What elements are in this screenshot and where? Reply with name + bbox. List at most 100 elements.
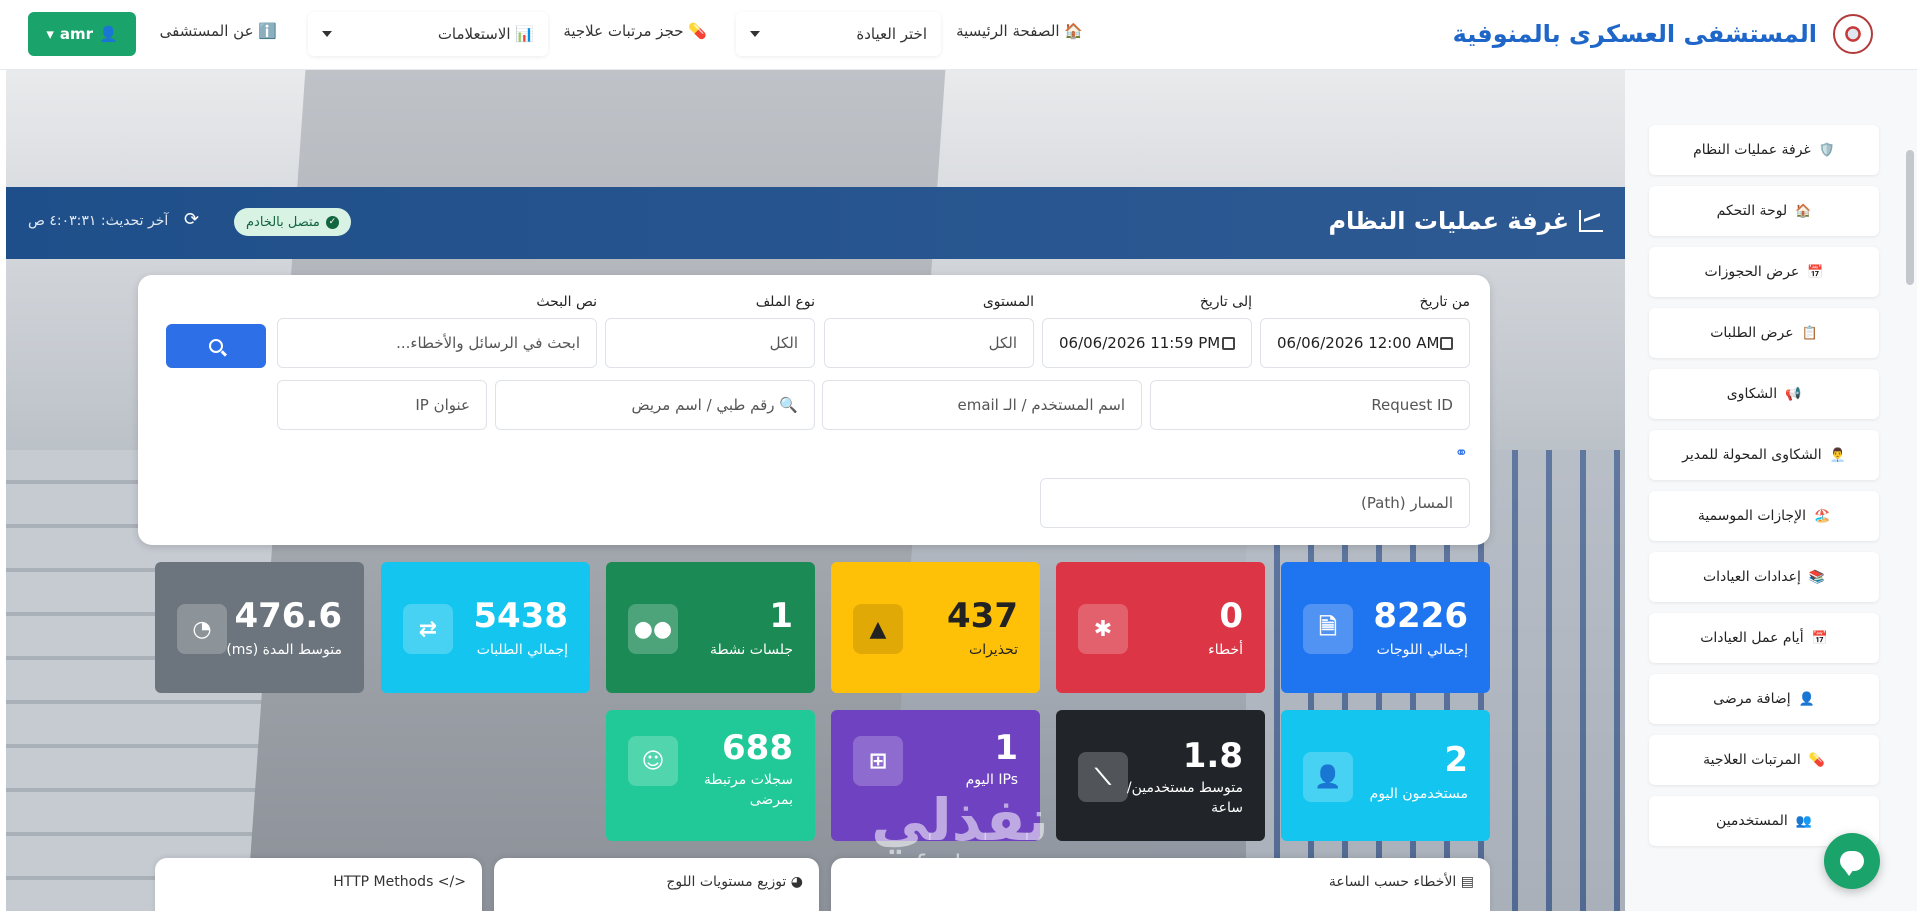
stat-card-active-sessions[interactable]: 1 جلسات نشطة ●● bbox=[606, 562, 815, 693]
sidebar: 🛡️ غرفة عمليات النظام 🏠 لوحة التحكم 📅 عر… bbox=[1625, 70, 1917, 911]
sidebar-item-label: إعدادات العيادات bbox=[1702, 569, 1801, 585]
sidebar-item-label: المستخدمين bbox=[1716, 813, 1788, 829]
to-date-label: إلى تاريخ bbox=[1199, 294, 1252, 310]
top-navbar: المستشفى العسكرى بالمنوفية 🏠 الصفحة الرئ… bbox=[0, 0, 1917, 70]
sidebar-item-bookings[interactable]: 📅 عرض الحجوزات bbox=[1649, 247, 1879, 297]
exchange-icon: ⇄ bbox=[403, 604, 453, 654]
ops-header-bar: غرفة عمليات النظام ✓ متصل بالخادم ⟳ آخر … bbox=[6, 187, 1625, 259]
http-methods-panel: </> HTTP Methods bbox=[155, 858, 482, 911]
manager-icon: 👨‍💼 bbox=[1829, 447, 1846, 463]
calendar-icon bbox=[1222, 336, 1235, 350]
sidebar-item-complaints[interactable]: 📢 الشكاوى bbox=[1649, 369, 1879, 419]
search-text-input[interactable]: ابحث في الرسائل والأخطاء... bbox=[277, 318, 597, 368]
medical-number-placeholder: 🔍 رقم طبي / اسم مريض bbox=[631, 396, 798, 414]
share-nodes-icon[interactable]: ⚭ bbox=[1455, 443, 1468, 462]
file-type-value: الكل bbox=[769, 334, 798, 352]
level-select[interactable]: الكل bbox=[824, 318, 1034, 368]
stat-card-users-today[interactable]: 2 مستخدمون اليوم 👤 bbox=[1281, 710, 1490, 841]
stat-value: 476.6 bbox=[234, 596, 342, 636]
stat-label: متوسط المدة (ms) bbox=[226, 642, 342, 658]
chat-button[interactable] bbox=[1824, 833, 1880, 889]
user-menu-button[interactable]: ▾ amr 👤 bbox=[28, 12, 136, 56]
stat-label: مستخدمون اليوم bbox=[1369, 786, 1468, 802]
sidebar-item-clinic-days[interactable]: 📅 أيام عمل العيادات bbox=[1649, 613, 1879, 663]
path-input[interactable]: المسار (Path) bbox=[1040, 478, 1470, 528]
stat-label: جلسات نشطة bbox=[709, 642, 793, 658]
sidebar-item-label: لوحة التحكم bbox=[1716, 203, 1788, 219]
search-text-placeholder: ابحث في الرسائل والأخطاء... bbox=[396, 334, 580, 352]
page-title-text: غرفة عمليات النظام bbox=[1328, 207, 1569, 235]
users-icon: ●● bbox=[628, 604, 678, 654]
refresh-icon[interactable]: ⟳ bbox=[184, 209, 199, 230]
sidebar-item-label: الشكاوى bbox=[1726, 386, 1778, 402]
stat-value: 8226 bbox=[1373, 596, 1468, 636]
sidebar-item-add-patients[interactable]: 👤 إضافة مرضى bbox=[1649, 674, 1879, 724]
patient-icon: ☺ bbox=[628, 736, 678, 786]
stat-card-avg-users-hour[interactable]: 1.8 متوسط مستخدمين/ ساعة ⟋ bbox=[1056, 710, 1265, 841]
medical-number-input[interactable]: 🔍 رقم طبي / اسم مريض bbox=[495, 380, 815, 430]
chevron-down-icon: ▾ bbox=[46, 25, 54, 43]
stat-card-errors[interactable]: 0 أخطاء ✱ bbox=[1056, 562, 1265, 693]
brand[interactable]: المستشفى العسكرى بالمنوفية bbox=[1453, 14, 1873, 54]
stat-value: 437 bbox=[947, 596, 1018, 636]
warning-icon: ▲ bbox=[853, 604, 903, 654]
levels-dist-title: ◕ توزيع مستويات اللوج bbox=[666, 874, 803, 890]
stat-card-avg-duration[interactable]: 476.6 متوسط المدة (ms) ◔ bbox=[155, 562, 364, 693]
stat-value: 2 bbox=[1444, 740, 1468, 780]
from-date-input[interactable]: 06/06/2026 12:00 AM bbox=[1260, 318, 1470, 368]
stat-value: 1 bbox=[769, 596, 793, 636]
request-id-input[interactable]: Request ID bbox=[1150, 380, 1470, 430]
stat-value: 1 bbox=[994, 728, 1018, 768]
stat-label: أخطاء bbox=[1208, 642, 1243, 658]
sidebar-item-dashboard[interactable]: 🏠 لوحة التحكم bbox=[1649, 186, 1879, 236]
user-input[interactable]: اسم المستخدم / الـ email bbox=[822, 380, 1142, 430]
sidebar-item-label: المرتبات العلاجية bbox=[1703, 752, 1801, 768]
last-update-text: آخر تحديث: ٤:٠٣:٣١ ص bbox=[28, 213, 169, 229]
ip-input[interactable]: عنوان IP bbox=[277, 380, 487, 430]
user-icon: 👤 bbox=[99, 25, 118, 43]
sidebar-item-label: عرض الحجوزات bbox=[1704, 264, 1800, 280]
clinic-select[interactable]: اختر العيادة bbox=[736, 12, 941, 56]
path-placeholder: المسار (Path) bbox=[1360, 494, 1453, 512]
watermark-arabic: نفذلي bbox=[871, 786, 1049, 854]
errors-by-hour-panel: ▤ الأخطاء حسب الساعة bbox=[831, 858, 1490, 911]
sidebar-scrollbar[interactable] bbox=[1906, 150, 1914, 285]
sidebar-item-forwarded-complaints[interactable]: 👨‍💼 الشكاوى المحولة للمدير bbox=[1649, 430, 1879, 480]
inquiries-select-value: 📊 الاستعلامات bbox=[437, 25, 534, 43]
search-icon bbox=[209, 339, 223, 353]
nav-about-link[interactable]: ℹ️ عن المستشفى bbox=[160, 22, 277, 40]
nav-home-link[interactable]: 🏠 الصفحة الرئيسية bbox=[956, 22, 1083, 40]
to-date-input[interactable]: 06/06/2026 11:59 PM bbox=[1042, 318, 1252, 368]
stat-card-total-requests[interactable]: 5438 إجمالي الطلبات ⇄ bbox=[381, 562, 590, 693]
user-plus-icon: 👤 bbox=[1303, 752, 1353, 802]
hospital-logo bbox=[1833, 14, 1873, 54]
stat-value: 1.8 bbox=[1182, 736, 1243, 776]
sidebar-item-requests[interactable]: 📋 عرض الطلبات bbox=[1649, 308, 1879, 358]
page-title: غرفة عمليات النظام bbox=[1328, 207, 1603, 235]
stat-card-total-logs[interactable]: 8226 إجمالي اللوجات 🗎 bbox=[1281, 562, 1490, 693]
file-type-select[interactable]: الكل bbox=[605, 318, 815, 368]
stat-label: سجلات مرتبطة بمرضى bbox=[703, 772, 793, 808]
stat-card-warnings[interactable]: 437 تحذيرات ▲ bbox=[831, 562, 1040, 693]
users-icon: 👥 bbox=[1795, 813, 1812, 829]
sidebar-item-treatment-salaries[interactable]: 💊 المرتبات العلاجية bbox=[1649, 735, 1879, 785]
stat-value: 0 bbox=[1219, 596, 1243, 636]
stat-label: متوسط مستخدمين/ ساعة bbox=[1126, 780, 1243, 816]
sidebar-item-ops-room[interactable]: 🛡️ غرفة عمليات النظام bbox=[1649, 125, 1879, 175]
user-icon: 👤 bbox=[1798, 691, 1815, 707]
search-button[interactable] bbox=[166, 324, 266, 368]
sidebar-item-seasonal-leaves[interactable]: 🏖️ الإجازات الموسمية bbox=[1649, 491, 1879, 541]
levels-dist-panel: ◕ توزيع مستويات اللوج bbox=[494, 858, 819, 911]
books-icon: 📚 bbox=[1808, 569, 1826, 585]
stat-value: 5438 bbox=[473, 596, 568, 636]
stat-card-patient-records[interactable]: 688 سجلات مرتبطة بمرضى ☺ bbox=[606, 710, 815, 841]
request-id-placeholder: Request ID bbox=[1371, 396, 1453, 414]
chat-icon bbox=[1840, 851, 1864, 876]
nav-book-salary-link[interactable]: 💊 حجز مرتبات علاجية bbox=[563, 22, 707, 40]
ip-placeholder: عنوان IP bbox=[415, 396, 470, 414]
line-chart-icon: ⟋ bbox=[1078, 752, 1128, 802]
inquiries-select[interactable]: 📊 الاستعلامات bbox=[308, 12, 548, 56]
chevron-down-icon bbox=[750, 31, 760, 37]
sidebar-item-label: إضافة مرضى bbox=[1713, 691, 1791, 707]
sidebar-item-clinic-settings[interactable]: 📚 إعدادات العيادات bbox=[1649, 552, 1879, 602]
